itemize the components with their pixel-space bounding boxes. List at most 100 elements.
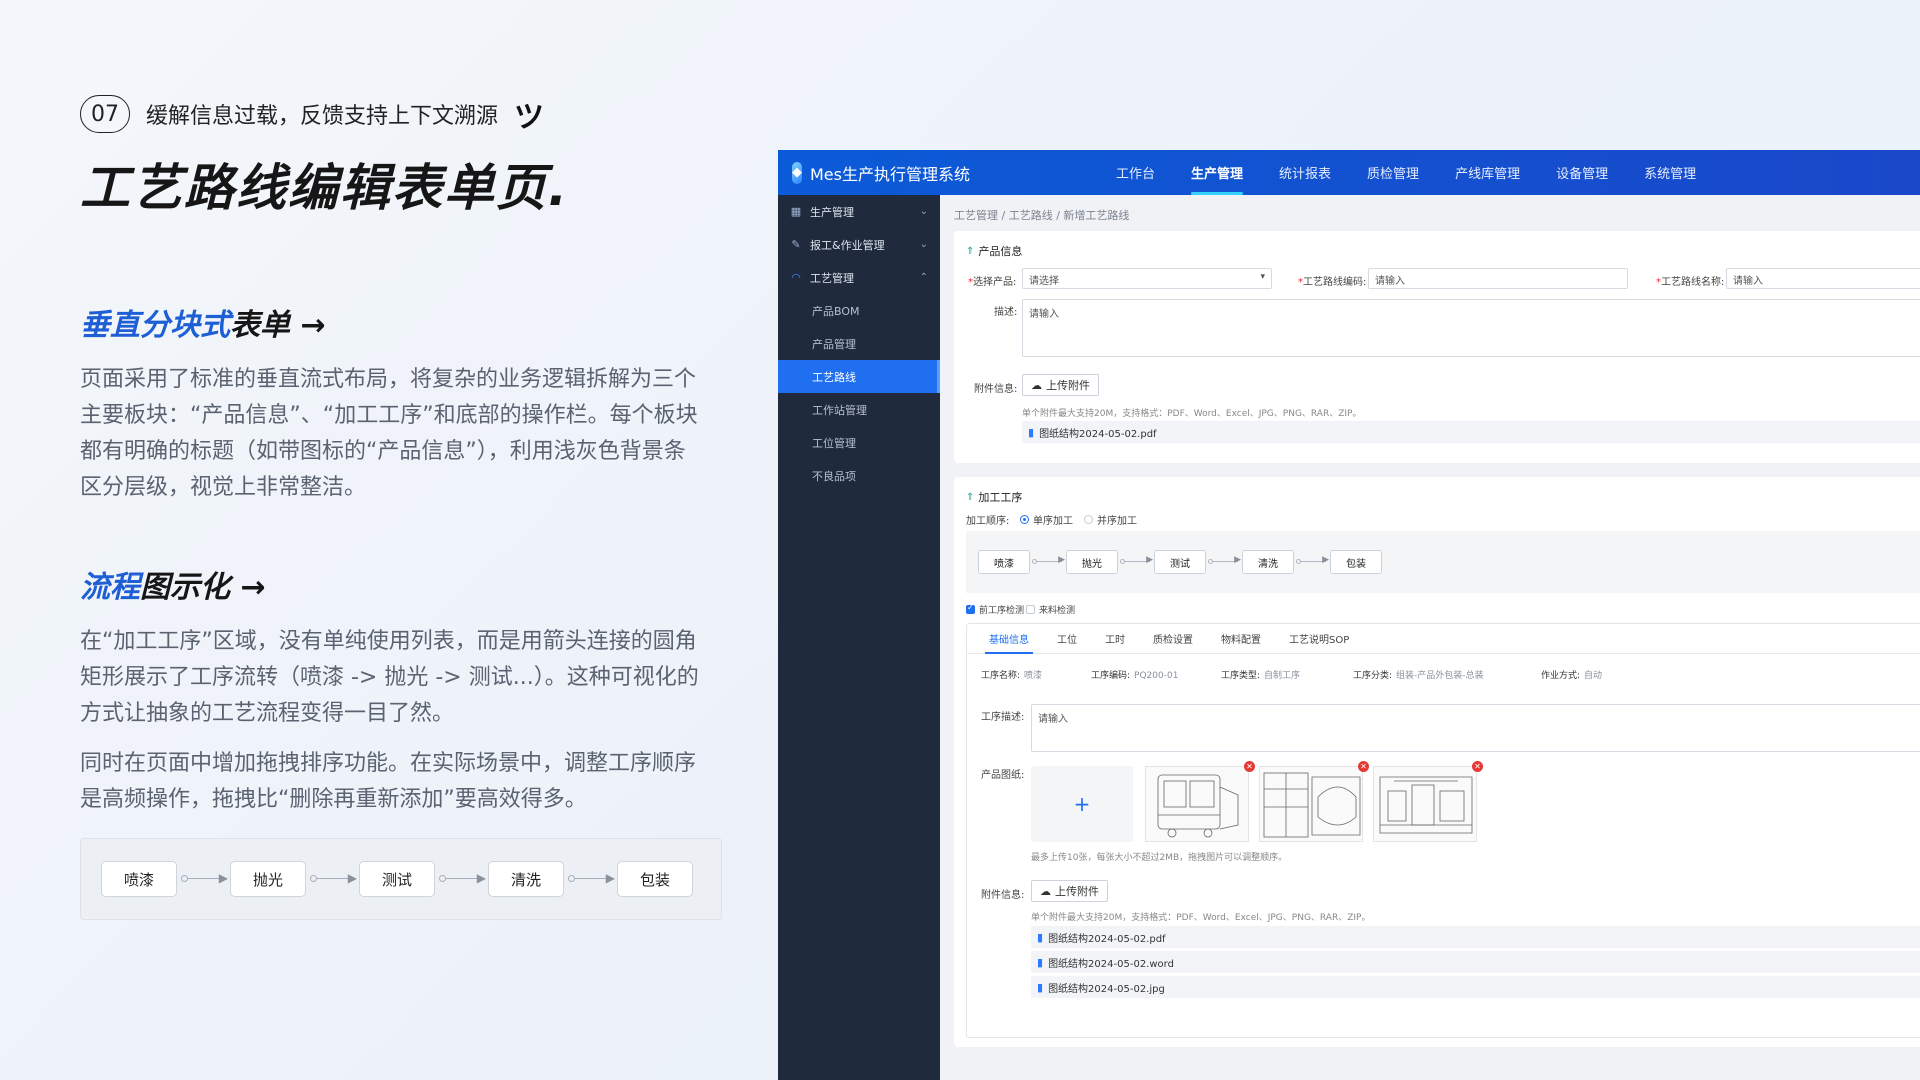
flow-demo-step[interactable]: 包装 [617,861,693,897]
nav-reports[interactable]: 统计报表 [1261,150,1349,195]
arrow-icon: ▶ [564,861,617,897]
tab-sop[interactable]: 工艺说明SOP [1275,624,1363,653]
field-key: 工序类型: [1221,671,1261,681]
process-step[interactable]: 喷漆 [978,550,1030,574]
nav-workbench[interactable]: 工作台 [1098,150,1173,195]
radio-checked-icon [1020,515,1029,524]
desc-textarea[interactable]: 请输入 [1022,299,1920,357]
main-content: 工艺管理 / 工艺路线 / 新增工艺路线 ⇑ 产品信息 *选择产品: 请选择 ▾… [940,195,1920,1080]
remove-image-icon[interactable]: ✕ [1244,761,1255,772]
section-title: ⇑ 产品信息 [966,243,1022,259]
radio-single[interactable]: 单序加工 [1020,512,1073,527]
attachment-file[interactable]: ▮ 图纸结构2024-05-02.jpg [1031,976,1920,998]
sidebar-item-bom[interactable]: 产品BOM [778,294,940,327]
nav-system[interactable]: 系统管理 [1626,150,1714,195]
field-value: 自制工序 [1264,671,1301,681]
process-step[interactable]: 清洗 [1242,550,1294,574]
process-flow: 喷漆 ▶ 抛光 ▶ 测试 ▶ 清洗 ▶ 包装 [966,531,1920,593]
section1-title-rest: 表单 → [230,308,326,343]
cloud-upload-icon: ☁ [1031,378,1042,392]
flow-demo-step[interactable]: 清洗 [488,861,564,897]
attachment-file[interactable]: ▮ 图纸结构2024-05-02.word [1031,951,1920,973]
file-name: 图纸结构2024-05-02.jpg [1048,983,1165,995]
cloud-upload-icon: ☁ [1040,884,1051,898]
desc-label: 描述: [994,307,1018,318]
upload-hint: 单个附件最大支持20M，支持格式：PDF、Word、Excel、JPG、PNG、… [1022,409,1362,419]
checkbox-pre-inspection[interactable]: 前工序检测 [966,603,1024,616]
sidebar-item-station[interactable]: 工位管理 [778,426,940,459]
section-icon: ⇑ [966,245,975,257]
sidebar-item-route[interactable]: 工艺路线 [778,360,940,393]
upload-label: 上传附件 [1055,885,1099,898]
section-title-label: 加工工序 [978,491,1023,504]
detail-tabs: 基础信息 工位 工时 质检设置 物料配置 工艺说明SOP [967,624,1920,654]
section1-body: 页面采用了标准的垂直流式布局，将复杂的业务逻辑拆解为三个主要板块：“产品信息”、… [80,367,698,500]
remove-image-icon[interactable]: ✕ [1358,761,1369,772]
field-process-code: 工序编码: PQ200-01 [1091,668,1178,681]
file-icon: ▮ [1037,955,1044,969]
section-title: ⇑ 加工工序 [966,489,1022,505]
sidebar-item-defects[interactable]: 不良品项 [778,459,940,492]
tab-hours[interactable]: 工时 [1091,624,1139,653]
process-step[interactable]: 抛光 [1066,550,1118,574]
nav-quality[interactable]: 质检管理 [1349,150,1437,195]
checkbox-incoming-inspection[interactable]: 来料检测 [1026,603,1075,616]
nav-production[interactable]: 生产管理 [1173,150,1261,195]
field-value: 自动 [1584,671,1603,681]
flow-demo-step[interactable]: 测试 [359,861,435,897]
drawing-thumbnail[interactable] [1259,766,1363,842]
section-title-label: 产品信息 [978,245,1023,258]
route-name-input[interactable]: 请输入 [1726,268,1920,289]
nav-line-library[interactable]: 产线库管理 [1437,150,1538,195]
process-upload-button[interactable]: ☁ 上传附件 [1031,880,1108,902]
file-name: 图纸结构2024-05-02.pdf [1048,933,1166,945]
field-work-mode: 作业方式: 自动 [1541,668,1602,681]
process-step[interactable]: 测试 [1154,550,1206,574]
sidebar-item-process-mgmt[interactable]: ◠ 工艺管理 ⌃ [778,261,940,294]
tab-station[interactable]: 工位 [1043,624,1091,653]
brand: ◆ Mes生产执行管理系统 [778,161,970,185]
sidebar-item-label: 工艺管理 [810,271,854,285]
label-text: 工艺路线名称: [1661,277,1725,288]
tab-material[interactable]: 物料配置 [1207,624,1275,653]
flow-demo-step[interactable]: 抛光 [230,861,306,897]
sidebar-item-product[interactable]: 产品管理 [778,327,940,360]
tab-qc[interactable]: 质检设置 [1139,624,1207,653]
route-code-input[interactable]: 请输入 [1368,268,1628,289]
main-nav: 工作台 生产管理 统计报表 质检管理 产线库管理 设备管理 系统管理 [1098,150,1714,195]
product-info-card: ⇑ 产品信息 *选择产品: 请选择 ▾ *工艺路线编码: 请输入 *工艺路线名称… [954,231,1920,463]
process-step[interactable]: 包装 [1330,550,1382,574]
route-name-label: *工艺路线名称: [1656,277,1725,288]
select-product-dropdown[interactable]: 请选择 ▾ [1022,268,1272,289]
remove-image-icon[interactable]: ✕ [1472,761,1483,772]
process-desc-textarea[interactable]: 请输入 [1031,704,1920,752]
sidebar-item-workstation[interactable]: 工作站管理 [778,393,940,426]
step-number: 07 [80,95,130,133]
nav-equipment[interactable]: 设备管理 [1538,150,1626,195]
flow-demo-step[interactable]: 喷漆 [101,861,177,897]
checkbox-label: 来料检测 [1039,606,1076,616]
sidebar-item-production[interactable]: ▦ 生产管理 ⌄ [778,195,940,228]
label-text: 选择产品: [973,277,1017,288]
attachment-file[interactable]: ▮ 图纸结构2024-05-02.pdf [1022,421,1920,443]
file-icon: ▮ [1037,930,1044,944]
radio-parallel[interactable]: 并序加工 [1084,512,1137,527]
section-icon: ⇑ [966,491,975,503]
attachment-file[interactable]: ▮ 图纸结构2024-05-02.pdf [1031,926,1920,948]
file-icon: ▮ [1037,980,1044,994]
attach-label: 附件信息: [974,384,1018,395]
checkbox-checked-icon [966,603,975,614]
section2-title: 流程图示化 → [80,562,720,606]
app-window: ◆ Mes生产执行管理系统 工作台 生产管理 统计报表 质检管理 产线库管理 设… [778,150,1920,1080]
checkbox-icon [1026,605,1035,614]
step-caption: 缓解信息过载，反馈支持上下文溯源 [146,104,499,129]
tab-basic[interactable]: 基础信息 [975,624,1043,654]
add-drawing-button[interactable]: + [1031,766,1133,842]
upload-attachment-button[interactable]: ☁ 上传附件 [1022,374,1099,396]
sidebar-item-reporting[interactable]: ✎ 报工&作业管理 ⌄ [778,228,940,261]
process-desc-label: 工序描述: [981,712,1025,723]
drawing-thumbnail[interactable] [1145,766,1249,842]
emoji-icon: ツ [514,100,545,135]
select-product-label: *选择产品: [968,277,1017,288]
drawing-thumbnail[interactable] [1373,766,1477,842]
